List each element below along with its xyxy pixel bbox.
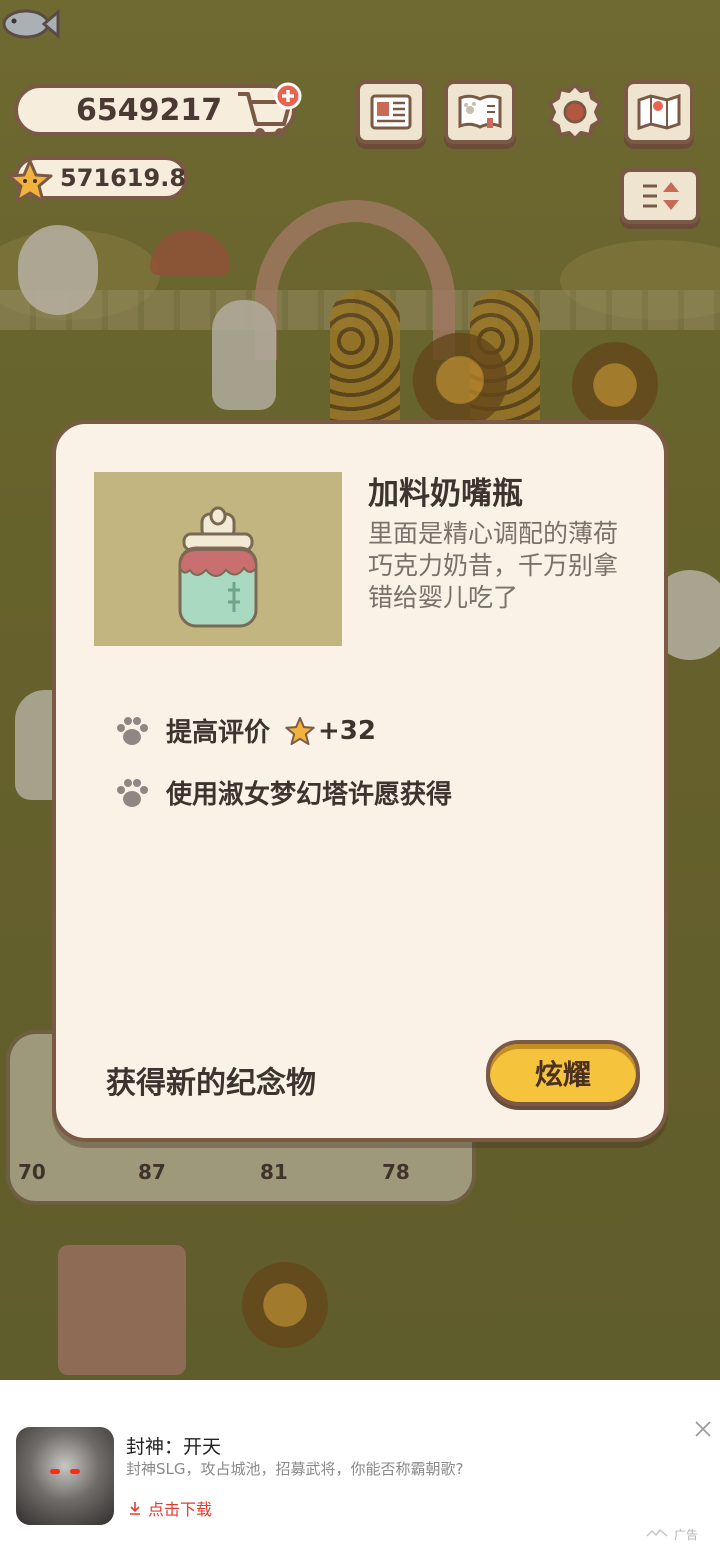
- ad-title[interactable]: 封神：开天: [126, 1432, 221, 1459]
- rating-bonus-value: +32: [318, 715, 376, 746]
- newspaper-button[interactable]: [356, 80, 426, 144]
- show-off-button[interactable]: 炫耀: [486, 1040, 640, 1106]
- baby-bottle-icon: [178, 506, 258, 628]
- paw-icon: [117, 716, 148, 745]
- effect-text: 提高评价: [166, 718, 271, 748]
- ad-download-label: 点击下载: [148, 1500, 213, 1519]
- fish-count: 6549217: [76, 92, 223, 128]
- star-count: 571619.8: [60, 164, 187, 192]
- ad-subtitle: 封神SLG，攻占城池，招募武将，你能否称霸朝歌?: [126, 1460, 464, 1478]
- download-icon: [130, 1502, 140, 1515]
- effect-rating: 提高评价 +32: [114, 712, 376, 749]
- settings-button[interactable]: [540, 80, 610, 144]
- ad-tag: 广告: [674, 1528, 699, 1542]
- album-button[interactable]: [444, 80, 516, 144]
- sort-toggle-icon: [643, 182, 679, 210]
- close-icon[interactable]: [694, 1420, 712, 1438]
- sort-toggle-button[interactable]: [620, 168, 700, 224]
- item-description: 里面是精心调配的薄荷巧克力奶昔，千万别拿错给婴儿吃了: [368, 519, 619, 612]
- paw-book-icon: [458, 94, 502, 129]
- map-icon: [637, 93, 681, 131]
- ad-source-icon: [646, 1528, 668, 1537]
- effect-text: 使用淑女梦幻塔许愿获得: [166, 780, 453, 810]
- item-name: 加料奶嘴瓶: [368, 476, 523, 512]
- memento-dialog: 加料奶嘴瓶 里面是精心调配的薄荷巧克力奶昔，千万别拿错给婴儿吃了 提高评价 +3…: [52, 420, 668, 1142]
- ad-app-icon[interactable]: [16, 1427, 114, 1525]
- ad-banner[interactable]: 封神：开天 封神SLG，攻占城池，招募武将，你能否称霸朝歌? 点击下载 广告: [0, 1380, 720, 1560]
- item-image: [94, 472, 342, 646]
- star-icon: [7, 159, 53, 203]
- settings-gear-icon: [548, 83, 602, 141]
- dragon-eye-icon: [70, 1469, 80, 1474]
- map-button[interactable]: [624, 80, 694, 144]
- fish-icon: [2, 8, 60, 40]
- newspaper-icon: [370, 94, 412, 130]
- ad-download-link[interactable]: 点击下载: [128, 1496, 212, 1520]
- effect-source: 使用淑女梦幻塔许愿获得: [114, 774, 452, 811]
- cart-add-icon[interactable]: [232, 82, 304, 142]
- star-icon: [285, 716, 315, 745]
- new-memento-label: 获得新的纪念物: [106, 1066, 316, 1101]
- dragon-eye-icon: [50, 1469, 60, 1474]
- paw-icon: [117, 778, 148, 807]
